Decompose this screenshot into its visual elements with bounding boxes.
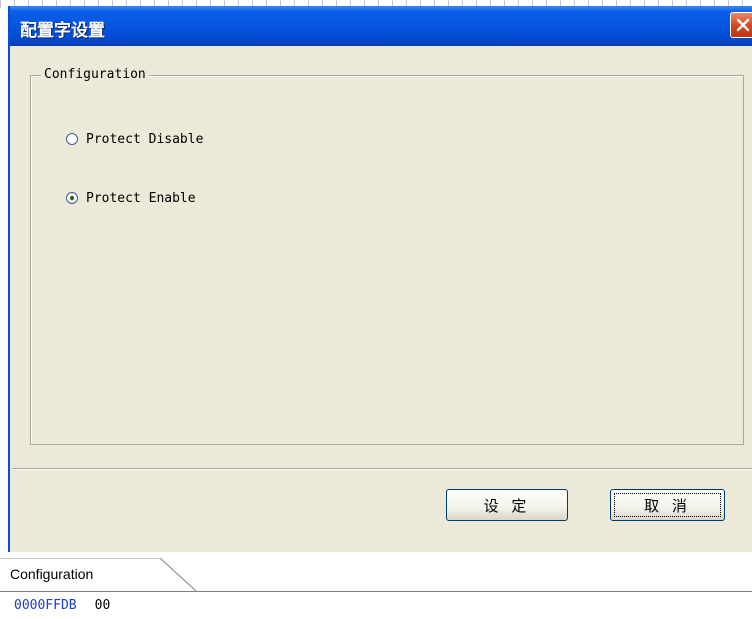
memory-address: 0000FFDB xyxy=(14,598,77,613)
radio-protect-disable[interactable]: Protect Disable xyxy=(66,130,203,148)
tab-label: Configuration xyxy=(10,566,94,582)
tab-configuration[interactable]: Configuration xyxy=(0,558,200,592)
dialog-title: 配置字设置 xyxy=(20,21,105,41)
dialog-titlebar[interactable]: 配置字设置 xyxy=(10,6,752,46)
radio-protect-enable[interactable]: Protect Enable xyxy=(66,189,196,207)
close-icon xyxy=(736,18,750,32)
set-button[interactable]: 设 定 xyxy=(446,489,568,521)
radio-label-disable: Protect Disable xyxy=(86,131,204,147)
radio-button-enable[interactable] xyxy=(66,192,78,204)
close-button[interactable] xyxy=(730,12,752,38)
radio-label-enable: Protect Enable xyxy=(86,190,196,206)
config-word-dialog: 配置字设置 Configuration Protect Disable Prot… xyxy=(8,6,752,552)
radio-button-disable[interactable] xyxy=(66,133,78,145)
memory-row: 0000FFDB 00 xyxy=(14,598,110,613)
tab-strip: Configuration xyxy=(0,558,752,592)
cancel-button[interactable]: 取 消 xyxy=(610,489,725,521)
memory-value: 00 xyxy=(94,598,111,613)
groupbox-label: Configuration xyxy=(41,67,149,82)
dialog-separator-highlight xyxy=(12,469,752,470)
